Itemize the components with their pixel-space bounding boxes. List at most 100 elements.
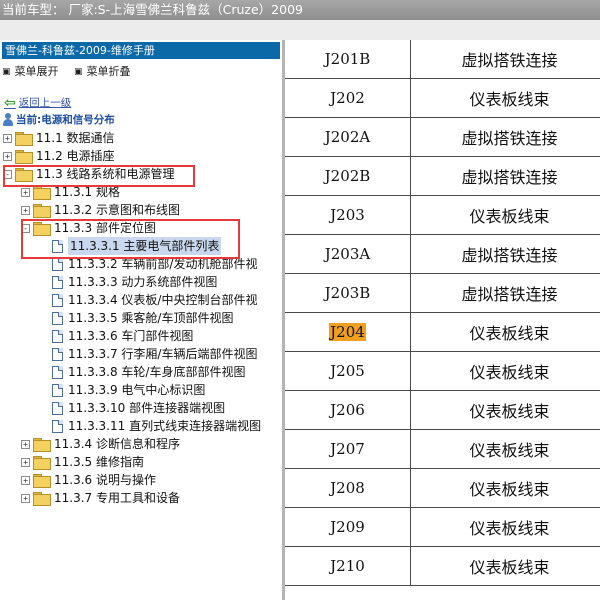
tree-item[interactable]: +11.1 数据通信	[3, 129, 115, 147]
connector-code: J208	[330, 479, 365, 497]
tree-item[interactable]: +11.2 电源插座	[3, 147, 115, 165]
connector-code-cell: J205	[285, 352, 411, 390]
tree-item[interactable]: +11.3.4 诊断信息和程序	[21, 435, 180, 453]
table-row: J202A 虚拟搭铁连接	[285, 118, 600, 157]
parts-table: J201B 虚拟搭铁连接 J202 仪表板线束 J202A 虚拟搭铁连接 J202B 虚拟搭铁…	[285, 40, 600, 600]
tree-item[interactable]: 11.3.3.3 动力系统部件视图	[52, 273, 217, 291]
expand-toggle-icon[interactable]: +	[21, 457, 30, 467]
document-icon	[52, 329, 63, 343]
expand-toggle-icon[interactable]: +	[3, 151, 12, 161]
table-row: J210 仪表板线束	[285, 547, 600, 586]
connector-code: J203	[330, 206, 365, 224]
expand-toggle-icon[interactable]: +	[21, 205, 30, 215]
connector-code: J205	[330, 362, 365, 380]
document-icon	[52, 257, 63, 271]
collapse-toggle-icon[interactable]: -	[21, 223, 30, 233]
table-row: J206 仪表板线束	[285, 391, 600, 430]
connector-description: 虚拟搭铁连接	[461, 285, 558, 304]
folder-icon	[33, 186, 51, 200]
tree-item[interactable]: 11.3.3.5 乘客舱/车顶部件视图	[52, 309, 233, 327]
menu-collapse-label: 菜单折叠	[86, 65, 131, 78]
header-gap	[0, 20, 600, 40]
back-link-label: 返回上一级	[18, 97, 72, 109]
collapse-toggle-icon[interactable]: -	[3, 169, 12, 179]
connector-code: J202	[330, 89, 365, 107]
document-icon	[52, 365, 63, 379]
tree-item[interactable]: +11.3.2 示意图和布线图	[21, 201, 180, 219]
tree-item-label: 11.3.4 诊断信息和程序	[54, 437, 180, 451]
connector-code: J202A	[324, 128, 371, 146]
tree-item[interactable]: +11.3.6 说明与操作	[21, 471, 156, 489]
connector-description: 仪表板线束	[469, 324, 550, 343]
expand-toggle-icon[interactable]: +	[21, 493, 30, 503]
folder-icon	[33, 438, 51, 452]
connector-code-cell: J203	[285, 196, 411, 234]
tree-item-label: 11.3.3.7 行李厢/车辆后端部件视图	[68, 347, 258, 361]
tree-item-label: 11.3.3.5 乘客舱/车顶部件视图	[68, 311, 234, 325]
tree-item[interactable]: 11.3.3.2 车辆前部/发动机舱部件视	[52, 255, 257, 273]
connector-code-cell: J202	[285, 79, 411, 117]
connector-code-cell: J203B	[285, 274, 411, 312]
connector-code: J206	[330, 401, 365, 419]
tree-item[interactable]: +11.3.1 规格	[21, 183, 120, 201]
connector-code-cell: J204	[285, 313, 411, 351]
connector-description: 仪表板线束	[469, 441, 550, 460]
menu-toolbar: ▣ 菜单展开 ▣ 菜单折叠	[2, 63, 143, 79]
tree-item[interactable]: 11.3.3.7 行李厢/车辆后端部件视图	[52, 345, 257, 363]
menu-collapse-button[interactable]: ▣ 菜单折叠	[74, 64, 131, 80]
tree-item[interactable]: - 11.3 线路系统和电源管理	[3, 165, 175, 183]
expand-toggle-icon[interactable]: +	[21, 439, 30, 449]
tree-item-label: 11.3.3.9 电气中心标识图	[68, 383, 206, 397]
document-icon	[52, 401, 63, 415]
tree-item[interactable]: 11.3.3.9 电气中心标识图	[52, 381, 205, 399]
connector-description: 虚拟搭铁连接	[461, 51, 558, 70]
expand-toggle-icon[interactable]: +	[21, 187, 30, 197]
tree-item-label: 11.3.6 说明与操作	[54, 473, 156, 487]
connector-code: J207	[330, 440, 365, 458]
connector-code-cell: J203A	[285, 235, 411, 273]
back-link[interactable]: ⇦ 返回上一级	[4, 96, 71, 110]
menu-collapse-icon: ▣	[74, 67, 83, 77]
connector-description: 仪表板线束	[469, 558, 550, 577]
connector-code-cell: J202B	[285, 157, 411, 195]
tree-item-label: 11.3.2 示意图和布线图	[54, 203, 180, 217]
document-icon	[52, 293, 63, 307]
table-row: J209 仪表板线束	[285, 508, 600, 547]
table-row: J201B 虚拟搭铁连接	[285, 40, 600, 79]
connector-code-cell: J209	[285, 508, 411, 546]
connector-code: J203A	[324, 245, 371, 263]
table-row: J208 仪表板线束	[285, 469, 600, 508]
tree-item-label: 11.3.7 专用工具和设备	[54, 491, 180, 505]
tree-item[interactable]: - 11.3.3 部件定位图	[21, 219, 156, 237]
tree-item[interactable]: +11.3.7 专用工具和设备	[21, 489, 180, 507]
tree-item[interactable]: 11.3.3.11 直列式线束连接器端视图	[52, 417, 261, 435]
tree-item[interactable]: 11.3.3.1 主要电气部件列表	[52, 237, 222, 255]
expand-toggle-icon[interactable]: +	[3, 133, 12, 143]
document-icon	[52, 347, 63, 361]
connector-description: 虚拟搭铁连接	[461, 246, 558, 265]
connector-code: J204	[329, 323, 366, 341]
connector-description: 仪表板线束	[469, 90, 550, 109]
menu-expand-button[interactable]: ▣ 菜单展开	[2, 64, 59, 80]
tree-item-label: 11.3 线路系统和电源管理	[36, 167, 175, 181]
table-row: J205 仪表板线束	[285, 352, 600, 391]
tree-item[interactable]: 11.3.3.10 部件连接器端视图	[52, 399, 225, 417]
folder-icon	[15, 150, 33, 164]
connector-description: 虚拟搭铁连接	[461, 129, 558, 148]
table-row: J203B 虚拟搭铁连接	[285, 274, 600, 313]
folder-icon	[33, 456, 51, 470]
tree-item[interactable]: 11.3.3.6 车门部件视图	[52, 327, 193, 345]
folder-icon	[15, 132, 33, 146]
connector-description: 仪表板线束	[469, 519, 550, 538]
tree-item-label: 11.3.3.11 直列式线束连接器端视图	[68, 419, 262, 433]
user-icon	[2, 113, 13, 127]
tree-item[interactable]: 11.3.3.4 仪表板/中央控制台部件视	[52, 291, 257, 309]
menu-expand-icon: ▣	[2, 67, 11, 77]
tree-item[interactable]: 11.3.3.8 车轮/车身底部部件视图	[52, 363, 245, 381]
table-row: J203A 虚拟搭铁连接	[285, 235, 600, 274]
document-icon	[52, 419, 63, 433]
tree-item[interactable]: +11.3.5 维修指南	[21, 453, 144, 471]
connector-description: 仪表板线束	[469, 402, 550, 421]
expand-toggle-icon[interactable]: +	[21, 475, 30, 485]
folder-icon	[15, 168, 33, 182]
